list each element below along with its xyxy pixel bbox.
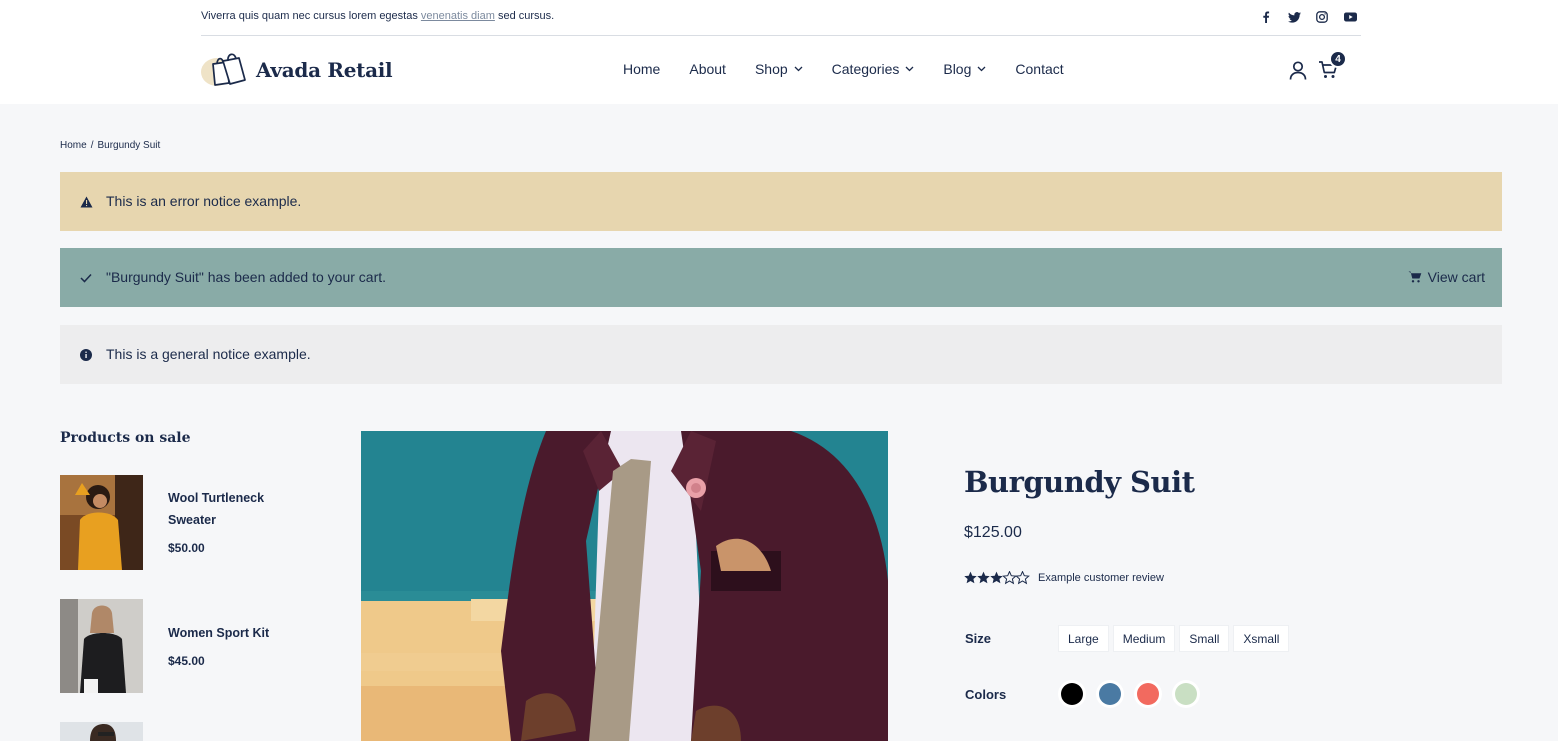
- user-account-icon[interactable]: [1289, 61, 1307, 85]
- cart-count-badge: 4: [1329, 50, 1347, 68]
- nav-blog[interactable]: Blog: [943, 61, 986, 77]
- sale-product-item[interactable]: [60, 722, 320, 741]
- breadcrumb-home[interactable]: Home: [60, 140, 87, 151]
- nav-home[interactable]: Home: [623, 61, 660, 77]
- customer-review-link[interactable]: Example customer review: [1038, 572, 1164, 584]
- success-notice-text: "Burgundy Suit" has been added to your c…: [106, 269, 387, 285]
- top-bar-text-start: Viverra quis quam nec cursus lorem egest…: [201, 10, 421, 22]
- success-notice: "Burgundy Suit" has been added to your c…: [60, 248, 1502, 307]
- breadcrumb-current: Burgundy Suit: [97, 140, 161, 151]
- sale-product-name[interactable]: Wool Turtleneck Sweater: [168, 487, 308, 531]
- error-notice: This is an error notice example.: [60, 172, 1502, 231]
- product-rating-stars: [964, 571, 1034, 585]
- sale-product-item[interactable]: Women Sport Kit $45.00: [60, 599, 320, 693]
- nav-contact[interactable]: Contact: [1015, 61, 1063, 77]
- nav-blog-label: Blog: [943, 61, 972, 77]
- nav-about-label: About: [689, 61, 726, 77]
- sale-product-name[interactable]: Women Sport Kit: [168, 622, 308, 644]
- error-notice-text: This is an error notice example.: [106, 193, 302, 209]
- nav-shop-label: Shop: [754, 61, 788, 77]
- chevron-down-icon: [977, 66, 986, 72]
- sale-product-thumbnail[interactable]: [60, 599, 143, 693]
- nav-shop[interactable]: Shop: [755, 61, 803, 77]
- brand-name: Avada Retail: [256, 58, 393, 82]
- color-option-coral[interactable]: [1134, 680, 1162, 708]
- nav-categories-label: Categories: [831, 61, 900, 77]
- nav-about[interactable]: About: [689, 61, 726, 77]
- youtube-icon[interactable]: [1343, 10, 1357, 24]
- chevron-down-icon: [905, 66, 914, 72]
- color-swatch: [1061, 683, 1083, 705]
- site-header: Viverra quis quam nec cursus lorem egest…: [0, 0, 1558, 104]
- top-bar-text: Viverra quis quam nec cursus lorem egest…: [201, 10, 554, 22]
- sale-product-price: $50.00: [168, 541, 205, 555]
- brand-logo[interactable]: Avada Retail: [201, 52, 393, 88]
- colors-label: Colors: [965, 687, 1007, 702]
- main-nav: Home About Shop Categories Blog Contact: [623, 61, 1093, 77]
- product-title: Burgundy Suit: [964, 465, 1195, 499]
- product-main-image[interactable]: [361, 431, 888, 741]
- view-cart-link[interactable]: View cart: [1408, 269, 1485, 285]
- sale-product-thumbnail[interactable]: [60, 722, 143, 741]
- nav-contact-label: Contact: [1015, 61, 1064, 77]
- color-options: [1058, 680, 1200, 708]
- color-option-black[interactable]: [1058, 680, 1086, 708]
- size-option-small[interactable]: Small: [1179, 625, 1230, 652]
- color-swatch: [1099, 683, 1121, 705]
- sale-product-price: $45.00: [168, 654, 205, 668]
- breadcrumb: Home / Burgundy Suit: [60, 140, 160, 151]
- size-label: Size: [965, 631, 992, 646]
- twitter-icon[interactable]: [1287, 10, 1301, 24]
- size-options: Large Medium Small Xsmall: [1058, 625, 1290, 652]
- cart-icon: [1408, 271, 1421, 283]
- size-option-large[interactable]: Large: [1058, 625, 1109, 652]
- color-swatch: [1137, 683, 1159, 705]
- info-notice-text: This is a general notice example.: [106, 346, 311, 362]
- color-option-blue[interactable]: [1096, 680, 1124, 708]
- size-option-medium[interactable]: Medium: [1112, 625, 1176, 652]
- top-bar: Viverra quis quam nec cursus lorem egest…: [201, 0, 1361, 36]
- sale-product-item[interactable]: Wool Turtleneck Sweater $50.00: [60, 475, 320, 570]
- social-links: [1259, 10, 1357, 24]
- facebook-icon[interactable]: [1259, 10, 1273, 24]
- top-bar-text-end: sed cursus.: [494, 10, 555, 22]
- color-option-mint[interactable]: [1172, 680, 1200, 708]
- top-bar-link[interactable]: venenatis diam: [421, 10, 495, 22]
- color-swatch: [1175, 683, 1197, 705]
- products-on-sale-title: Products on sale: [60, 430, 191, 446]
- nav-home-label: Home: [623, 61, 661, 77]
- checkmark-icon: [79, 271, 93, 285]
- chevron-down-icon: [794, 66, 803, 72]
- instagram-icon[interactable]: [1315, 10, 1329, 24]
- info-notice: This is a general notice example.: [60, 325, 1502, 384]
- info-icon: [79, 348, 93, 362]
- shopping-bags-icon: [201, 52, 251, 88]
- sale-product-thumbnail[interactable]: [60, 475, 143, 570]
- breadcrumb-separator: /: [90, 140, 94, 151]
- size-option-xsmall[interactable]: Xsmall: [1233, 625, 1290, 652]
- view-cart-label: View cart: [1427, 269, 1485, 285]
- warning-icon: [79, 195, 93, 209]
- nav-categories[interactable]: Categories: [832, 61, 915, 77]
- product-price: $125.00: [964, 524, 1022, 541]
